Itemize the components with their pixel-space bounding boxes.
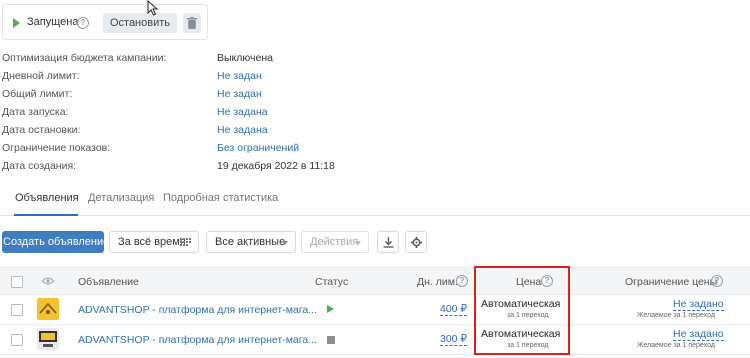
info-budget-optimization: Оптимизация бюджета кампании: Выключена: [2, 52, 502, 70]
status-filter-select[interactable]: Все активные: [206, 231, 296, 253]
info-value: 19 декабря 2022 в 11:18: [217, 160, 335, 172]
help-icon[interactable]: ?: [77, 17, 89, 29]
info-start-date: Дата запуска: Не задана: [2, 106, 502, 124]
info-key: Дата создания:: [2, 160, 77, 172]
calendar-grid-icon: [180, 238, 191, 246]
ad-title-link[interactable]: ADVANTSHOP - платформа для интернет-мага…: [78, 304, 317, 316]
download-icon: [383, 237, 394, 248]
active-tab-indicator: [14, 214, 78, 216]
info-key: Общий лимит:: [2, 88, 73, 100]
chevron-down-icon: [282, 241, 288, 245]
price-limit-note: Желаемое за 1 переход: [637, 342, 715, 349]
select-all-checkbox[interactable]: [11, 276, 23, 288]
info-key: Дата запуска:: [2, 106, 69, 118]
chevron-down-icon: [355, 241, 361, 245]
play-icon: [13, 18, 20, 28]
actions-dropdown[interactable]: Действия: [301, 231, 369, 253]
stop-icon[interactable]: [327, 336, 335, 344]
info-daily-limit: Дневной лимит: Не задан: [2, 70, 502, 88]
info-value-link[interactable]: Не задана: [217, 124, 268, 136]
info-impression-limit: Ограничение показов: Без ограничений: [2, 142, 502, 160]
info-created-date: Дата создания: 19 декабря 2022 в 11:18: [2, 160, 502, 178]
ad-thumbnail-image: [37, 328, 59, 350]
column-header-ad[interactable]: Объявление: [78, 276, 139, 288]
table-row: ADVANTSHOP - платформа для интернет-мага…: [0, 325, 750, 355]
status-filter-label: Все активные: [215, 236, 286, 248]
period-select-label: За всё время: [118, 236, 186, 248]
row-checkbox[interactable]: [11, 304, 23, 316]
info-key: Дата остановки:: [2, 124, 81, 136]
play-icon[interactable]: [327, 305, 334, 313]
ad-title-link[interactable]: ADVANTSHOP - платформа для интернет-мага…: [78, 334, 317, 346]
eye-icon[interactable]: [42, 277, 54, 285]
gear-icon: [411, 237, 422, 248]
info-value-link[interactable]: Не задан: [217, 88, 262, 100]
tab-details[interactable]: Детализация: [88, 192, 154, 204]
settings-button[interactable]: [405, 231, 427, 253]
mouse-cursor-icon: [147, 0, 159, 16]
tab-detailed-stats[interactable]: Подробная статистика: [163, 192, 278, 204]
table-row: ADVANTSHOP - платформа для интернет-мага…: [0, 295, 750, 325]
period-select[interactable]: За всё время: [109, 231, 199, 253]
column-header-status[interactable]: Статус: [315, 276, 348, 288]
actions-label: Действия: [310, 236, 359, 248]
help-icon[interactable]: ?: [711, 275, 723, 287]
column-header-price-limit[interactable]: Ограничение цены: [625, 276, 717, 288]
daily-limit-link[interactable]: 400 ₽: [440, 303, 468, 316]
info-value-link[interactable]: Не задана: [217, 106, 268, 118]
price-limit-note: Желаемое за 1 переход: [637, 312, 715, 319]
info-stop-date: Дата остановки: Не задана: [2, 124, 502, 142]
info-value-link[interactable]: Не задан: [217, 70, 262, 82]
trash-icon: [187, 17, 197, 29]
column-header-daily-limit[interactable]: Дн. лим.: [417, 276, 458, 288]
ad-thumbnail-image: [37, 298, 59, 320]
price-limit-link[interactable]: Не задано: [673, 298, 724, 311]
row-checkbox[interactable]: [11, 334, 23, 346]
status-label: Запущена: [27, 16, 79, 28]
info-key: Оптимизация бюджета кампании:: [2, 52, 167, 64]
info-value-link[interactable]: Без ограничений: [217, 142, 299, 154]
info-value: Выключена: [217, 52, 273, 64]
info-key: Дневной лимит:: [2, 70, 80, 82]
campaign-status-panel: Запущена ? Остановить: [2, 4, 208, 40]
tab-bar: Объявления Детализация Подробная статист…: [0, 186, 750, 216]
create-ad-button[interactable]: Создать объявление: [2, 231, 109, 253]
price-column-highlight: [474, 266, 570, 355]
info-total-limit: Общий лимит: Не задан: [2, 88, 502, 106]
delete-button[interactable]: [183, 13, 201, 33]
info-key: Ограничение показов:: [2, 142, 111, 154]
download-button[interactable]: [377, 231, 399, 253]
tab-ads[interactable]: Объявления: [15, 192, 79, 204]
daily-limit-link[interactable]: 300 ₽: [440, 333, 468, 346]
help-icon[interactable]: ?: [456, 275, 468, 287]
price-limit-link[interactable]: Не задано: [673, 328, 724, 341]
table-header: Объявление Статус Дн. лим. ? Цена ? Огра…: [0, 267, 750, 295]
stop-button[interactable]: Остановить: [103, 13, 177, 33]
